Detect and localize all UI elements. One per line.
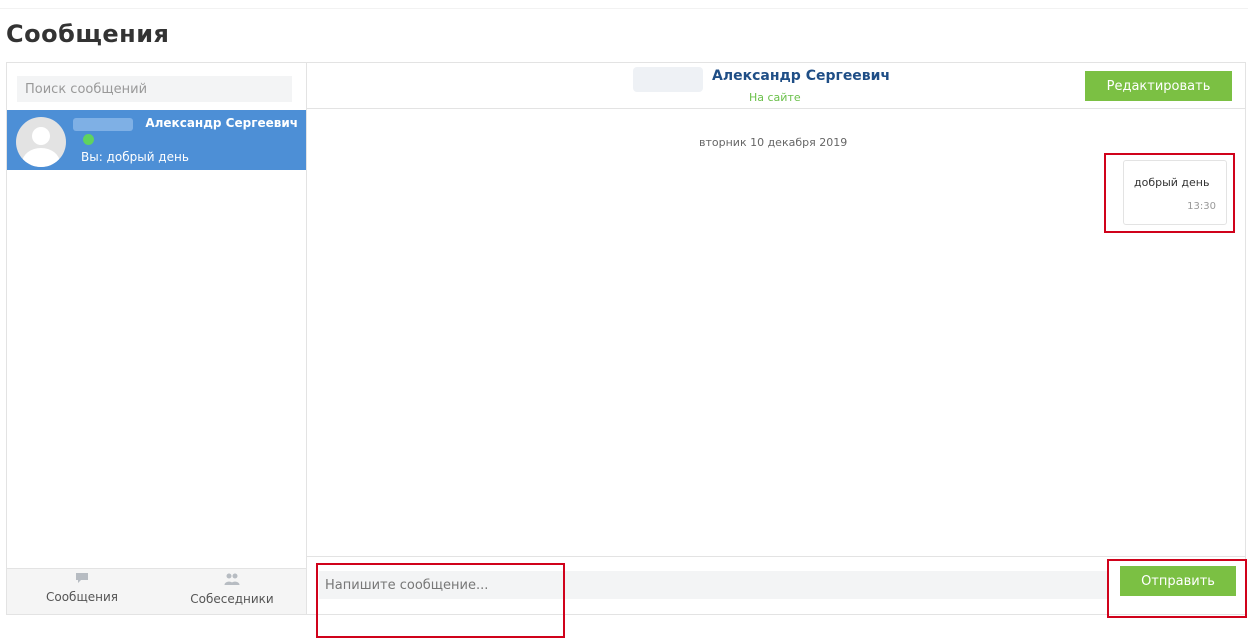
top-divider: [0, 8, 1248, 9]
blurred-avatar-area: [633, 67, 703, 92]
avatar-head: [32, 127, 50, 145]
conversation-sidebar: Александр Сергеевич Вы: добрый день Сооб…: [7, 63, 307, 614]
conversation-item[interactable]: Александр Сергеевич Вы: добрый день: [7, 110, 306, 170]
conversation-contact-name: Александр Сергеевич: [145, 116, 298, 130]
avatar-body: [22, 148, 60, 167]
message-text: добрый день: [1134, 176, 1210, 189]
message-input[interactable]: [319, 571, 1109, 599]
page-title: Сообщения: [6, 20, 170, 48]
messenger-frame: Александр Сергеевич Вы: добрый день Сооб…: [6, 62, 1246, 615]
message-time: 13:30: [1187, 201, 1216, 212]
edit-button[interactable]: Редактировать: [1085, 71, 1232, 101]
conversation-preview: Вы: добрый день: [81, 150, 189, 164]
tab-contacts[interactable]: Собеседники: [157, 569, 307, 614]
sidebar-footer: Сообщения Собеседники: [7, 568, 306, 614]
blurred-name-area: [73, 118, 133, 131]
chat-header: Александр Сергеевич На сайте Редактирова…: [307, 63, 1245, 109]
chat-contact-name[interactable]: Александр Сергеевич: [712, 68, 890, 84]
send-button[interactable]: Отправить: [1120, 566, 1236, 596]
tab-messages-label: Сообщения: [45, 590, 118, 604]
chat-panel: Александр Сергеевич На сайте Редактирова…: [307, 63, 1245, 614]
people-icon: [224, 573, 240, 585]
avatar: [16, 117, 66, 167]
online-status-icon: [83, 134, 94, 145]
speech-bubble-icon: [76, 573, 88, 583]
tab-messages[interactable]: Сообщения: [7, 569, 157, 614]
tab-contacts-label: Собеседники: [190, 592, 274, 606]
search-input[interactable]: [17, 76, 292, 102]
online-status: На сайте: [749, 91, 801, 104]
message-composer: Отправить: [307, 556, 1245, 614]
message-bubble: добрый день 13:30: [1123, 160, 1227, 225]
date-separator: вторник 10 декабря 2019: [699, 136, 848, 149]
